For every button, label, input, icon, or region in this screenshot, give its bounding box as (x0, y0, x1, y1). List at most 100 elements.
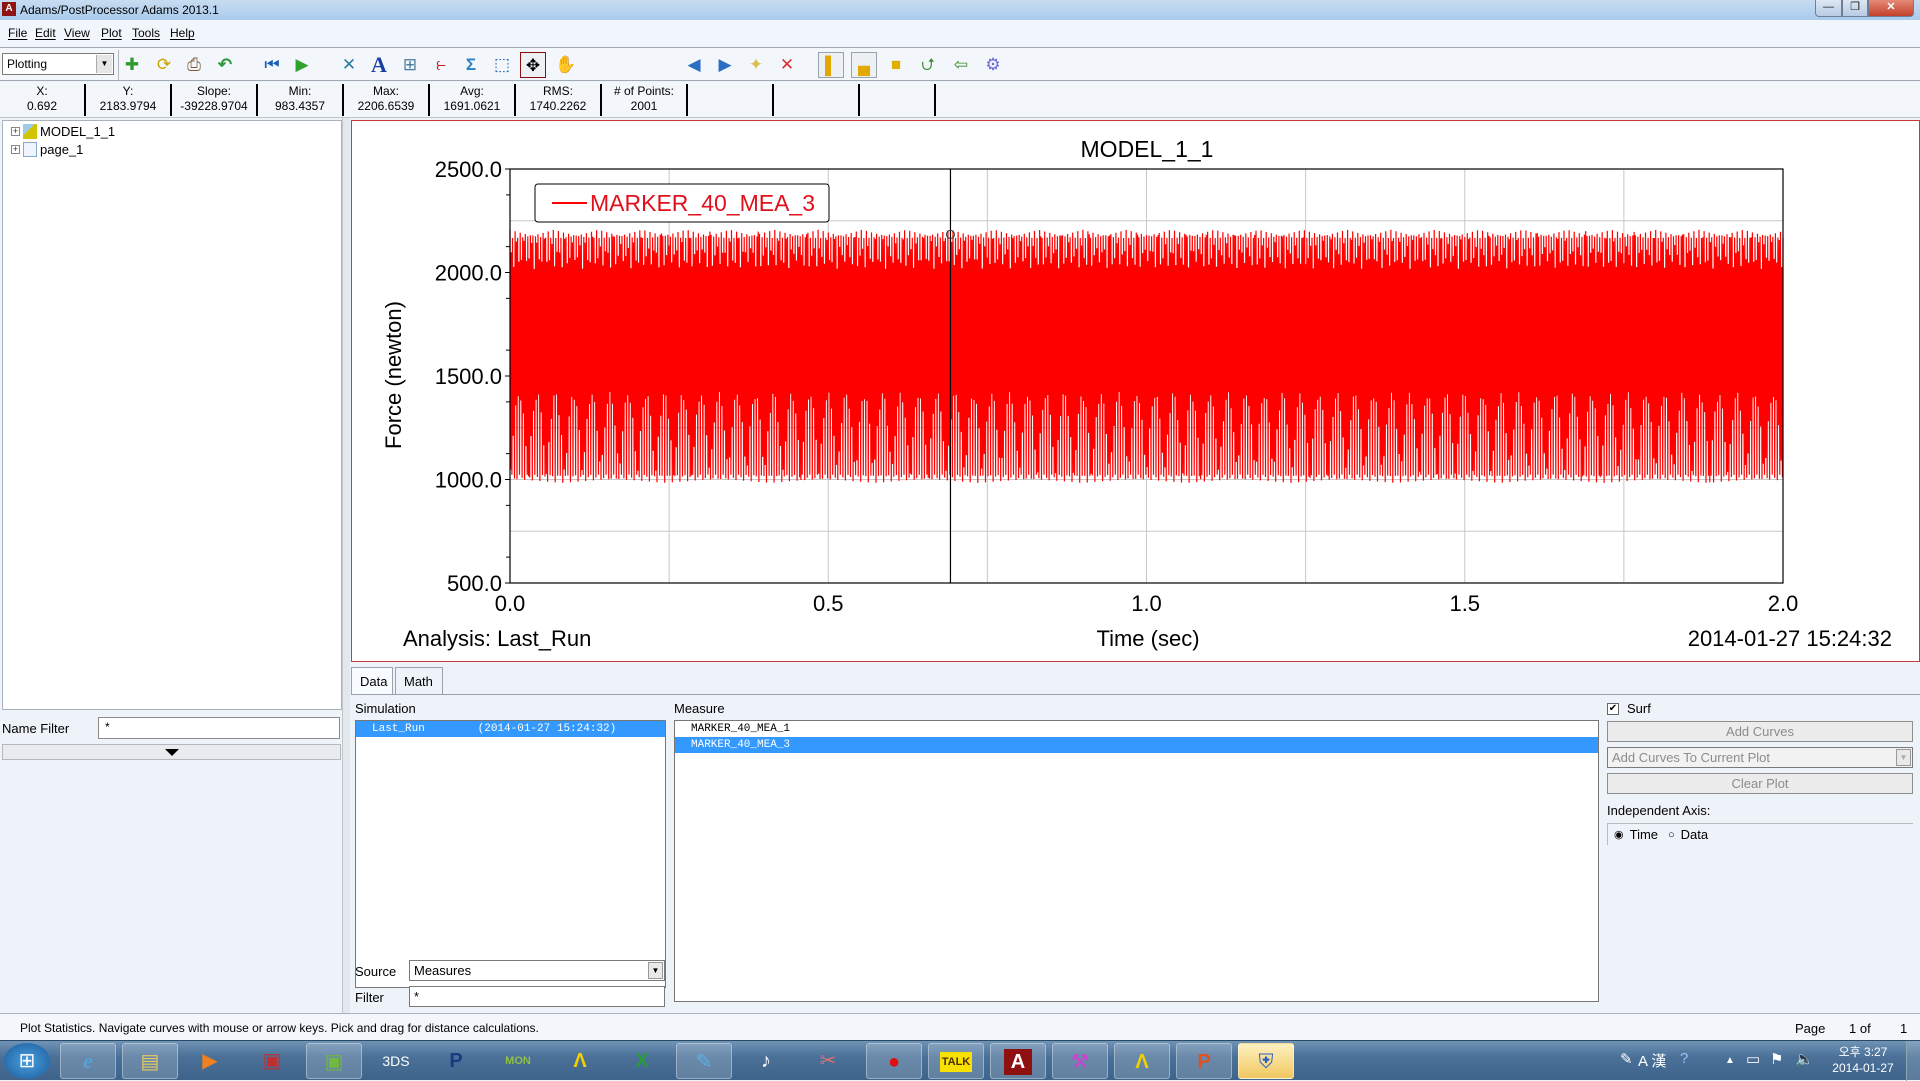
measure-list[interactable]: MARKER_40_MEA_1 MARKER_40_MEA_3 (674, 720, 1599, 1002)
status-message: Plot Statistics. Navigate curves with mo… (20, 1021, 539, 1035)
zoom-box-icon[interactable]: ⬚ (489, 52, 515, 78)
layout-left-icon[interactable]: ▌ (818, 52, 844, 78)
surf-checkbox-group[interactable]: ✔ Surf (1607, 701, 1651, 716)
settings-gear-icon[interactable]: ⚙ (980, 52, 1006, 78)
measure-row[interactable]: MARKER_40_MEA_3 (675, 737, 1598, 753)
internet-explorer-icon[interactable]: e (60, 1043, 116, 1079)
menu-tools[interactable]: Tools (132, 26, 160, 40)
add-curves-button[interactable]: Add Curves (1607, 721, 1913, 742)
network-icon[interactable]: ▭ (1746, 1050, 1760, 1068)
tray-pen-icon[interactable]: ✎ (1620, 1050, 1633, 1068)
layout-bottom-icon[interactable]: ▄ (851, 52, 877, 78)
clock[interactable]: 오후 3:27 2014-01-27 (1828, 1044, 1898, 1076)
show-desktop-button[interactable] (1906, 1041, 1920, 1081)
pan-hand-icon[interactable]: ✋ (553, 52, 579, 78)
expand-icon[interactable]: + (11, 127, 20, 136)
next-page-icon[interactable]: ▶ (712, 52, 738, 78)
previous-page-icon[interactable]: ◀ (681, 52, 707, 78)
independent-axis-group: ◉ Time ○ Data (1607, 823, 1913, 845)
tools-app-icon[interactable]: ⚒ (1052, 1043, 1108, 1079)
stat-empty (688, 84, 774, 116)
window-app-2-icon[interactable]: ▣ (306, 1043, 362, 1079)
recorder-icon[interactable]: ● (866, 1043, 922, 1079)
plot-svg[interactable]: 500.01000.01500.02000.02500.00.0 0.5 1.0 1.… (352, 121, 1919, 661)
stat-avg: Avg: 1691.0621 (430, 84, 516, 116)
plot-area[interactable]: 500.0 1000.0 1500.0 2000.0 2500.0 0.0 0.5 1.0 1.… (351, 120, 1920, 662)
text-tool-icon[interactable]: A (366, 52, 392, 78)
delete-page-icon[interactable]: ✕ (774, 52, 800, 78)
tree-item-model[interactable]: + MODEL_1_1 (11, 124, 115, 139)
surf-checkbox[interactable]: ✔ (1607, 702, 1619, 715)
reload-icon[interactable]: ⟳ (151, 52, 177, 78)
rewind-icon[interactable]: ⏮ (259, 52, 285, 78)
kakaotalk-icon[interactable]: TALK (928, 1043, 984, 1079)
chevron-down-icon[interactable]: ▼ (96, 55, 112, 73)
swap-icon[interactable]: ⮍ (915, 52, 941, 78)
print-icon[interactable]: ⎙ (181, 52, 207, 78)
source-select[interactable]: Measures ▼ (409, 960, 665, 981)
statistics-sigma-icon[interactable]: Σ (458, 52, 484, 78)
menu-help[interactable]: Help (170, 26, 195, 40)
new-page-blank-icon[interactable]: ✦ (743, 52, 769, 78)
axes-tool-icon[interactable]: ✕ (336, 52, 362, 78)
source-label: Source (355, 964, 397, 979)
simulation-label: Simulation (355, 701, 416, 716)
security-shield-icon[interactable]: ⛨ (1238, 1043, 1294, 1079)
show-hidden-icons[interactable]: ▲ (1725, 1055, 1735, 1066)
tab-data[interactable]: Data (351, 667, 393, 695)
ime-indicator[interactable]: A 漢 (1638, 1050, 1666, 1071)
menu-edit[interactable]: Edit (35, 26, 56, 40)
scissors-app-icon[interactable]: ✂ (800, 1043, 856, 1079)
chevron-down-icon[interactable]: ▼ (1896, 749, 1911, 766)
name-filter-input[interactable]: * (98, 717, 340, 739)
panel-splitter[interactable] (342, 118, 350, 1013)
back-arrow-icon[interactable]: ⇦ (948, 52, 974, 78)
radio-data[interactable]: ○ (1668, 829, 1675, 841)
adams-postprocessor-icon[interactable]: A (990, 1043, 1046, 1079)
chevron-down-icon[interactable]: ▼ (648, 962, 663, 979)
y-axis-label: Force (newton) (381, 301, 406, 449)
mon-app-icon[interactable]: MON (490, 1043, 546, 1079)
layout-full-icon[interactable]: ■ (883, 52, 909, 78)
volume-icon[interactable]: 🔈 (1795, 1050, 1814, 1068)
media-player-icon[interactable]: ▶ (182, 1043, 238, 1079)
3ds-app-icon[interactable]: 3DS (368, 1043, 424, 1079)
add-mode-select[interactable]: Add Curves To Current Plot ▼ (1607, 747, 1913, 768)
minimize-button[interactable]: — (1815, 0, 1842, 17)
file-explorer-icon[interactable]: ▤ (122, 1043, 178, 1079)
simulation-list[interactable]: Last_Run (2014-01-27 15:24:32) (355, 720, 666, 988)
table-icon[interactable]: ⊞ (397, 52, 423, 78)
excel-icon[interactable]: X (614, 1043, 670, 1079)
tree-item-page[interactable]: + page_1 (11, 142, 83, 157)
window-app-icon[interactable]: ▣ (244, 1043, 300, 1079)
mode-select[interactable]: Plotting ▼ (2, 53, 114, 75)
notepad-app-icon[interactable]: ✎ (676, 1043, 732, 1079)
action-center-flag-icon[interactable]: ⚑ (1770, 1050, 1783, 1068)
adams-view-icon[interactable]: Λ (552, 1043, 608, 1079)
clear-plot-button[interactable]: Clear Plot (1607, 773, 1913, 794)
adams-2-icon[interactable]: Λ (1114, 1043, 1170, 1079)
fit-icon[interactable]: ✥ (520, 52, 546, 78)
menu-plot[interactable]: Plot (101, 26, 122, 40)
radio-time[interactable]: ◉ (1614, 828, 1624, 841)
expand-icon[interactable]: + (11, 145, 20, 154)
music-penguin-icon[interactable]: ♪ (738, 1043, 794, 1079)
close-button[interactable]: ✕ (1868, 0, 1914, 17)
undo-icon[interactable]: ↶ (212, 52, 238, 78)
legend[interactable]: MARKER_40_MEA_3 (534, 183, 830, 223)
start-orb-icon[interactable]: ⊞ (4, 1043, 50, 1079)
play-icon[interactable]: ▶ (289, 52, 315, 78)
p-app-icon[interactable]: P (428, 1043, 484, 1079)
help-icon[interactable]: ? (1680, 1050, 1688, 1067)
tab-math[interactable]: Math (395, 667, 443, 695)
curve-edit-icon[interactable]: ⥼ (428, 52, 454, 78)
menu-file[interactable]: File (8, 26, 27, 40)
filter-input[interactable]: * (409, 986, 665, 1007)
simulation-row[interactable]: Last_Run (2014-01-27 15:24:32) (356, 721, 665, 737)
collapse-panel-button[interactable] (2, 744, 341, 760)
measure-row[interactable]: MARKER_40_MEA_1 (675, 721, 1598, 737)
restore-button[interactable]: ❐ (1842, 0, 1868, 17)
powerpoint-icon[interactable]: P (1176, 1043, 1232, 1079)
new-page-icon[interactable]: ✚ (119, 52, 145, 78)
menu-view[interactable]: View (64, 26, 90, 40)
